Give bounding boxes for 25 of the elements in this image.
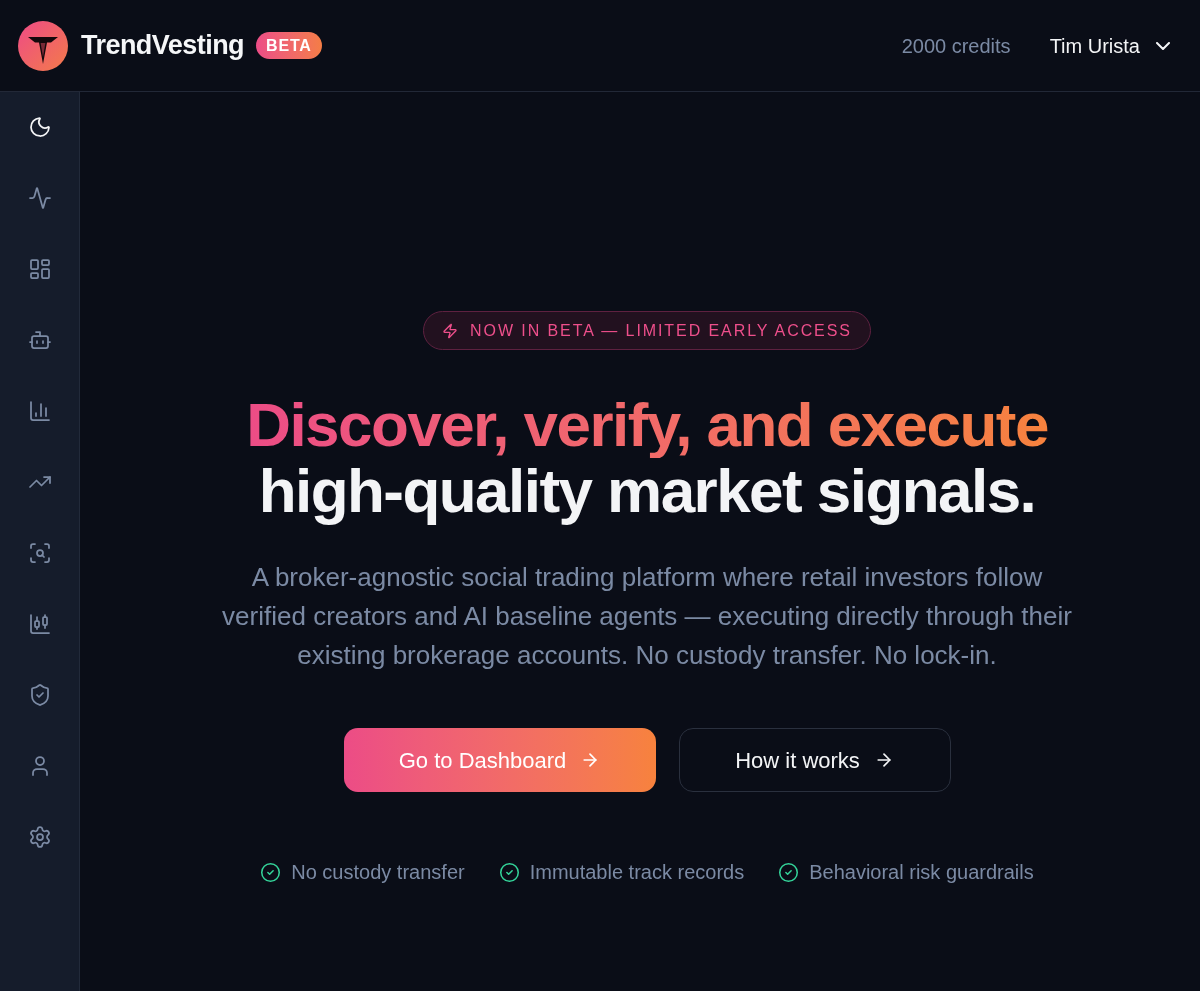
check-circle-icon [778, 861, 800, 883]
logo-icon [18, 20, 68, 71]
credits-count: 2000 credits [901, 33, 1011, 59]
pulse-icon[interactable] [27, 186, 52, 210]
robot-icon[interactable] [27, 328, 52, 352]
brand-name: TrendVesting [81, 29, 245, 63]
scan-search-icon[interactable] [27, 541, 52, 565]
announcement-text: NOW IN BETA — LIMITED EARLY ACCESS [470, 320, 852, 341]
feature-text: Behavioral risk guardrails [809, 860, 1034, 885]
chevron-down-icon [1156, 41, 1170, 50]
check-circle-icon [260, 861, 282, 883]
moon-icon[interactable] [27, 115, 52, 139]
description-text: A broker-agnostic social trading platform where retail investors follow verified creators and AI baseline agents — executing directly through their existing brokerage accounts. No custody transfer. No lock-in. [221, 561, 1073, 672]
outline-button[interactable]: How it works [678, 728, 951, 792]
candlestick-chart-icon[interactable] [27, 612, 52, 636]
user-menu-button[interactable]: Tim Urista [1049, 30, 1170, 61]
feature-text: No custody transfer [291, 860, 465, 885]
feature-text: Immutable track records [529, 860, 745, 885]
bar-chart-icon[interactable] [27, 399, 52, 423]
beta-badge: BETA [256, 32, 322, 59]
lightning-icon [442, 322, 459, 339]
headline: high-quality market signals. [258, 458, 1036, 524]
dashboard-grid-icon[interactable] [27, 257, 52, 281]
check-circle-icon [498, 861, 520, 883]
settings-icon[interactable] [27, 825, 52, 849]
